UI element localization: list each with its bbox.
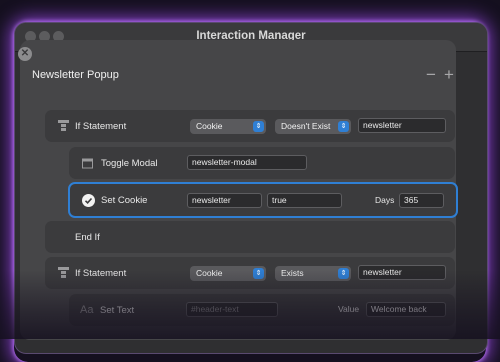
if-statement-icon [58,120,69,131]
condition-type-value: Cookie [196,268,223,278]
condition-operator-value: Exists [281,268,304,278]
condition-type-select[interactable]: Cookie ⇕ [190,119,266,134]
set-cookie-label: Set Cookie [101,195,148,206]
condition-operator-select[interactable]: Exists ⇕ [275,266,351,281]
window-icon [82,158,93,169]
text-value-input[interactable]: Welcome back [366,302,446,317]
if-statement-row-2[interactable]: If Statement Cookie ⇕ Exists ⇕ newslette… [45,257,455,289]
end-if-label: End If [75,232,100,243]
if-statement-label: If Statement [75,121,127,132]
days-input[interactable]: 365 [399,193,444,208]
modal-id-input[interactable]: newsletter-modal [187,155,307,170]
condition-operator-select[interactable]: Doesn't Exist ⇕ [275,119,351,134]
chevron-updown-icon: ⇕ [338,268,349,279]
chevron-updown-icon: ⇕ [338,121,349,132]
end-if-row[interactable]: End If [45,221,455,253]
condition-operator-value: Doesn't Exist [281,121,331,131]
set-text-row[interactable]: Aa Set Text #header-text Value Welcome b… [69,294,455,326]
toggle-modal-label: Toggle Modal [101,158,158,169]
chevron-updown-icon: ⇕ [253,121,264,132]
cookie-name-input[interactable]: newsletter [358,118,446,133]
add-button[interactable]: + [444,66,454,83]
close-icon[interactable]: ✕ [18,47,32,61]
if-statement-label: If Statement [75,268,127,279]
remove-button[interactable]: − [426,66,436,83]
target-selector-input[interactable]: #header-text [186,302,278,317]
chevron-updown-icon: ⇕ [253,268,264,279]
days-label: Days [375,195,395,205]
cookie-name-input[interactable]: newsletter [358,265,446,280]
panel-heading: Newsletter Popup [32,69,119,81]
condition-type-select[interactable]: Cookie ⇕ [190,266,266,281]
text-icon: Aa [80,304,94,316]
if-statement-row-1[interactable]: If Statement Cookie ⇕ Doesn't Exist ⇕ ne… [45,110,455,142]
cookie-value-input[interactable]: true [267,193,342,208]
set-cookie-row[interactable]: Set Cookie newsletter true Days 365 [68,182,458,218]
toggle-modal-row[interactable]: Toggle Modal newsletter-modal [69,147,455,179]
cookie-name-input[interactable]: newsletter [187,193,262,208]
set-text-label: Set Text [100,305,135,316]
condition-type-value: Cookie [196,121,223,131]
if-statement-icon [58,267,69,278]
checkmark-icon [82,194,95,207]
value-label: Value [338,304,360,314]
